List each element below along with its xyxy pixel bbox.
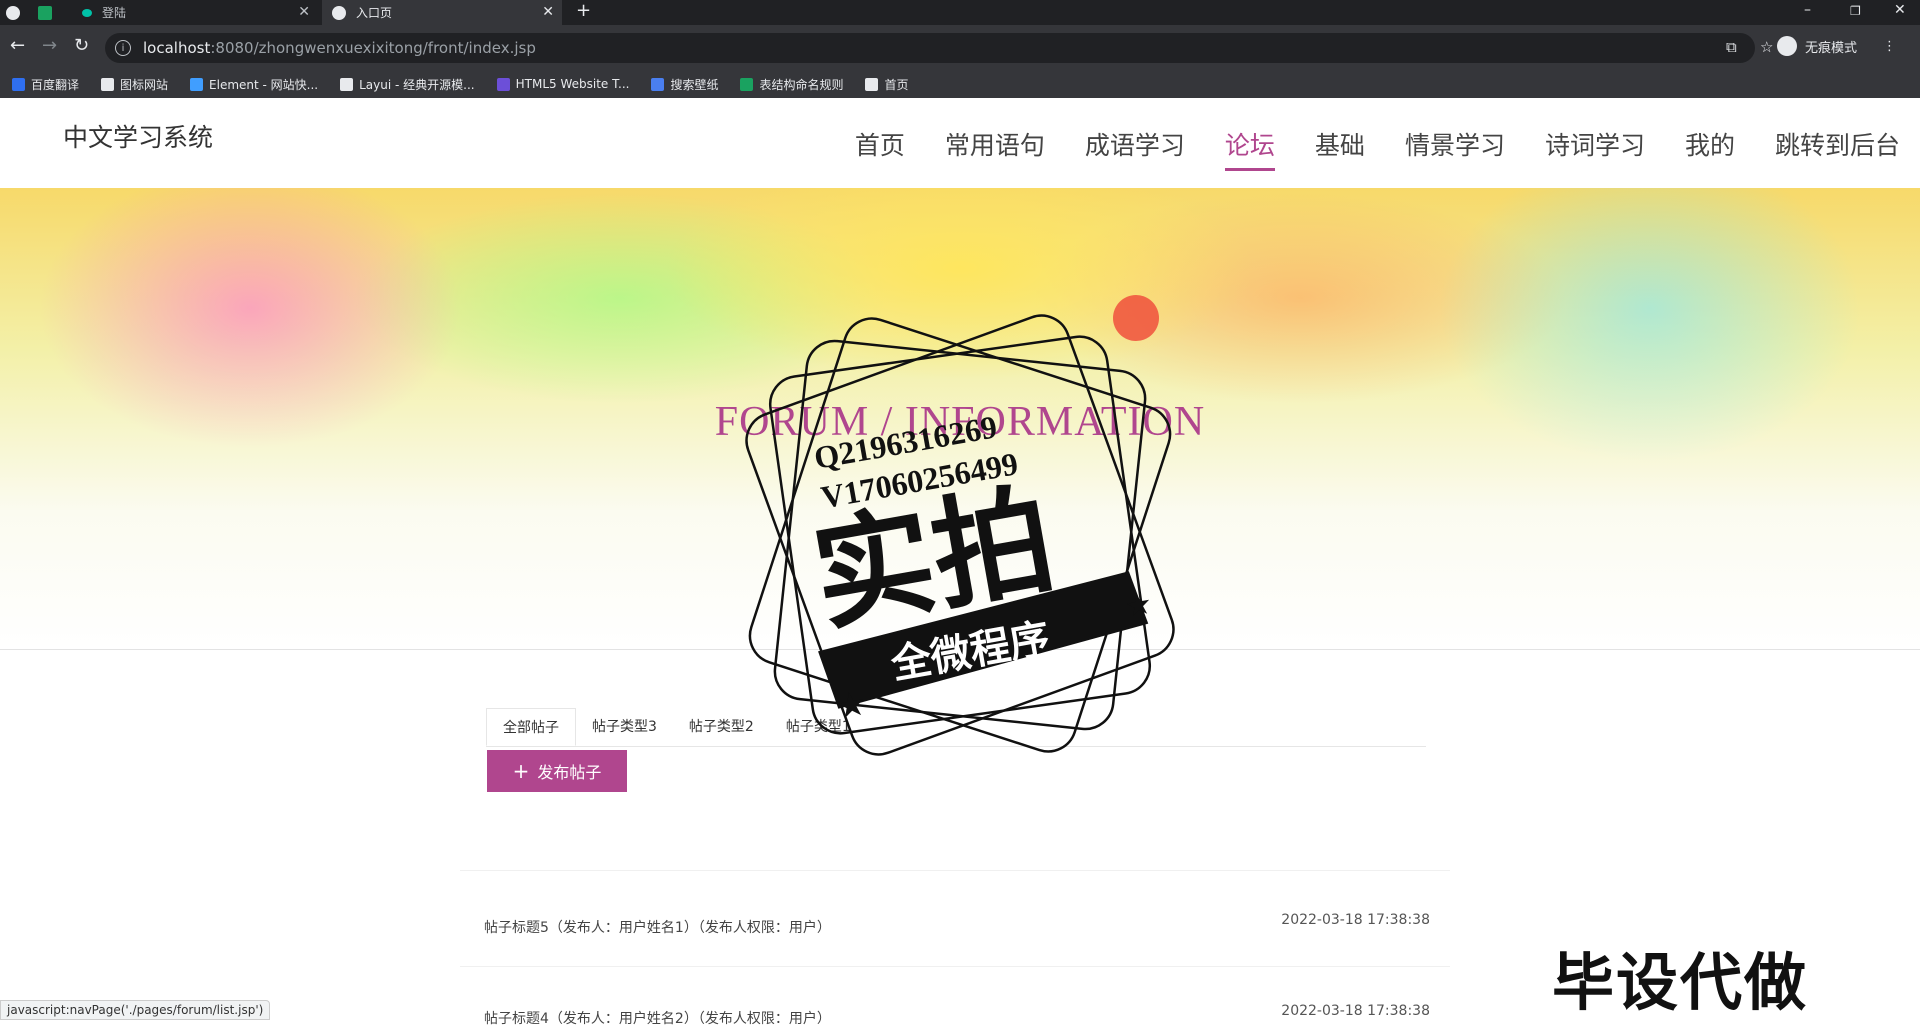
nav-item[interactable]: 首页 (855, 126, 905, 171)
bookmark-label: Layui - 经典开源模... (359, 77, 475, 92)
main-nav: 首页 常用语句 成语学习 论坛 基础 情景学习 诗词学习 我的 跳转到后台 (815, 126, 1900, 171)
nav-item[interactable]: 情景学习 (1405, 126, 1505, 171)
cursor-highlight (1113, 295, 1159, 341)
bookmark-item[interactable]: 百度翻译 (12, 76, 79, 93)
bookmark-label: HTML5 Website T... (515, 77, 630, 91)
reload-icon[interactable]: ↻ (74, 35, 89, 56)
address-bar: ← → ↻ i localhost:8080/zhongwenxuexixito… (0, 25, 1920, 70)
tab-pinned-1[interactable] (6, 0, 36, 25)
bookmark-item[interactable]: HTML5 Website T... (496, 77, 630, 91)
url-path: :8080/zhongwenxuexixitong/front/index.js… (210, 39, 536, 57)
bookmark-item[interactable]: 图标网站 (101, 76, 168, 93)
star-icon[interactable]: ☆ (1760, 38, 1773, 56)
site-header: 中文学习系统 首页 常用语句 成语学习 论坛 基础 情景学习 诗词学习 我的 跳转到后台 (0, 98, 1920, 188)
bookmark-icon (190, 77, 204, 91)
tab-login[interactable]: 登陆 ✕ (82, 0, 318, 25)
bookmark-label: 图标网站 (120, 77, 169, 92)
post-title[interactable]: 帖子标题4（发布人：用户姓名2）（发布人权限：用户） (484, 1008, 831, 1028)
divider (460, 870, 1450, 871)
tab-entry[interactable]: 入口页 ✕ (322, 0, 562, 25)
banner-title: FORUM / INFORMATION (714, 399, 1206, 445)
tab-label: 登陆 (102, 6, 127, 20)
divider (460, 966, 1450, 967)
nav-item[interactable]: 基础 (1315, 126, 1365, 171)
nav-item[interactable]: 论坛 (1224, 126, 1275, 171)
bookmark-icon (865, 77, 879, 91)
nav-item[interactable]: 成语学习 (1085, 126, 1185, 171)
bookmark-label: 首页 (884, 77, 909, 92)
bookmark-item[interactable]: Layui - 经典开源模... (340, 76, 475, 93)
translate-icon[interactable]: ⧉ (1726, 38, 1737, 56)
nav-item[interactable]: 跳转到后台 (1775, 126, 1900, 171)
bookmark-item[interactable]: 首页 (865, 76, 909, 93)
restore-icon[interactable]: ❐ (1850, 4, 1861, 18)
forum-tab[interactable]: 全部帖子 (486, 708, 576, 746)
divider (0, 649, 1920, 650)
browser-tabstrip: 登陆 ✕ 入口页 ✕ + – ❐ ✕ (0, 0, 1920, 25)
globe-icon (6, 5, 20, 20)
forum-tabs: 全部帖子 帖子类型3 帖子类型2 帖子类型1 (486, 708, 1426, 747)
new-tab-icon[interactable]: + (576, 0, 591, 21)
bookmark-label: 表结构命名规则 (759, 77, 844, 92)
globe-icon (332, 5, 346, 20)
bookmark-label: 搜索壁纸 (670, 77, 719, 92)
bookmark-label: Element - 网站快... (209, 77, 319, 92)
bookmark-item[interactable]: Element - 网站快... (190, 76, 318, 93)
tab-pinned-2[interactable] (38, 0, 66, 25)
bookmarks-bar: 百度翻译 图标网站 Element - 网站快... Layui - 经典开源模...… (0, 70, 1920, 98)
incognito-label: 无痕模式 (1804, 40, 1857, 56)
watermark-corner: 毕设代做 (1552, 946, 1809, 1019)
bookmark-label: 百度翻译 (31, 77, 80, 92)
info-icon[interactable]: i (115, 40, 131, 56)
bookmark-icon (740, 77, 754, 91)
site-icon (82, 8, 92, 17)
forum-tab[interactable]: 帖子类型1 (770, 708, 867, 746)
back-icon[interactable]: ← (10, 35, 25, 56)
forum-tab[interactable]: 帖子类型3 (576, 708, 673, 746)
close-icon[interactable]: ✕ (542, 4, 554, 20)
incognito-indicator[interactable]: 无痕模式 ⋮ (1776, 36, 1896, 56)
post-row[interactable]: 帖子标题4（发布人：用户姓名2）（发布人权限：用户） 2022-03-18 17… (484, 1003, 1430, 1030)
bookmark-icon (101, 77, 115, 91)
bookmark-item[interactable]: 表结构命名规则 (740, 76, 843, 93)
post-row[interactable]: 帖子标题5（发布人：用户姓名1）（发布人权限：用户） 2022-03-18 17… (484, 912, 1430, 939)
bookmark-icon (496, 77, 510, 91)
forum-tab[interactable]: 帖子类型2 (673, 708, 770, 746)
nav-item[interactable]: 诗词学习 (1545, 126, 1645, 171)
menu-icon[interactable]: ⋮ (1883, 39, 1896, 54)
post-time: 2022-03-18 17:38:38 (1281, 912, 1430, 928)
tab-label: 入口页 (356, 6, 393, 20)
bookmark-item[interactable]: 搜索壁纸 (651, 76, 718, 93)
nav-item[interactable]: 我的 (1685, 126, 1735, 171)
incognito-icon (1776, 36, 1797, 56)
publish-label: 发布帖子 (537, 763, 602, 782)
bookmark-icon (340, 77, 354, 91)
url-host: localhost (143, 39, 211, 57)
bookmark-icon (12, 77, 25, 91)
forward-icon[interactable]: → (42, 35, 57, 56)
publish-post-button[interactable]: + 发布帖子 (487, 750, 627, 792)
minimize-icon[interactable]: – (1804, 2, 1811, 18)
close-icon[interactable]: ✕ (298, 4, 310, 20)
post-title[interactable]: 帖子标题5（发布人：用户姓名1）（发布人权限：用户） (484, 917, 831, 937)
bookmark-icon (651, 77, 665, 91)
status-bar: javascript:navPage('./pages/forum/list.j… (0, 1000, 271, 1020)
sheet-icon (38, 5, 52, 20)
plus-icon: + (512, 759, 530, 783)
close-window-icon[interactable]: ✕ (1894, 2, 1906, 18)
post-time: 2022-03-18 17:38:38 (1281, 1003, 1430, 1019)
site-brand[interactable]: 中文学习系统 (63, 118, 213, 154)
url-field[interactable]: i localhost:8080/zhongwenxuexixitong/fro… (105, 33, 1755, 63)
nav-item[interactable]: 常用语句 (945, 126, 1045, 171)
